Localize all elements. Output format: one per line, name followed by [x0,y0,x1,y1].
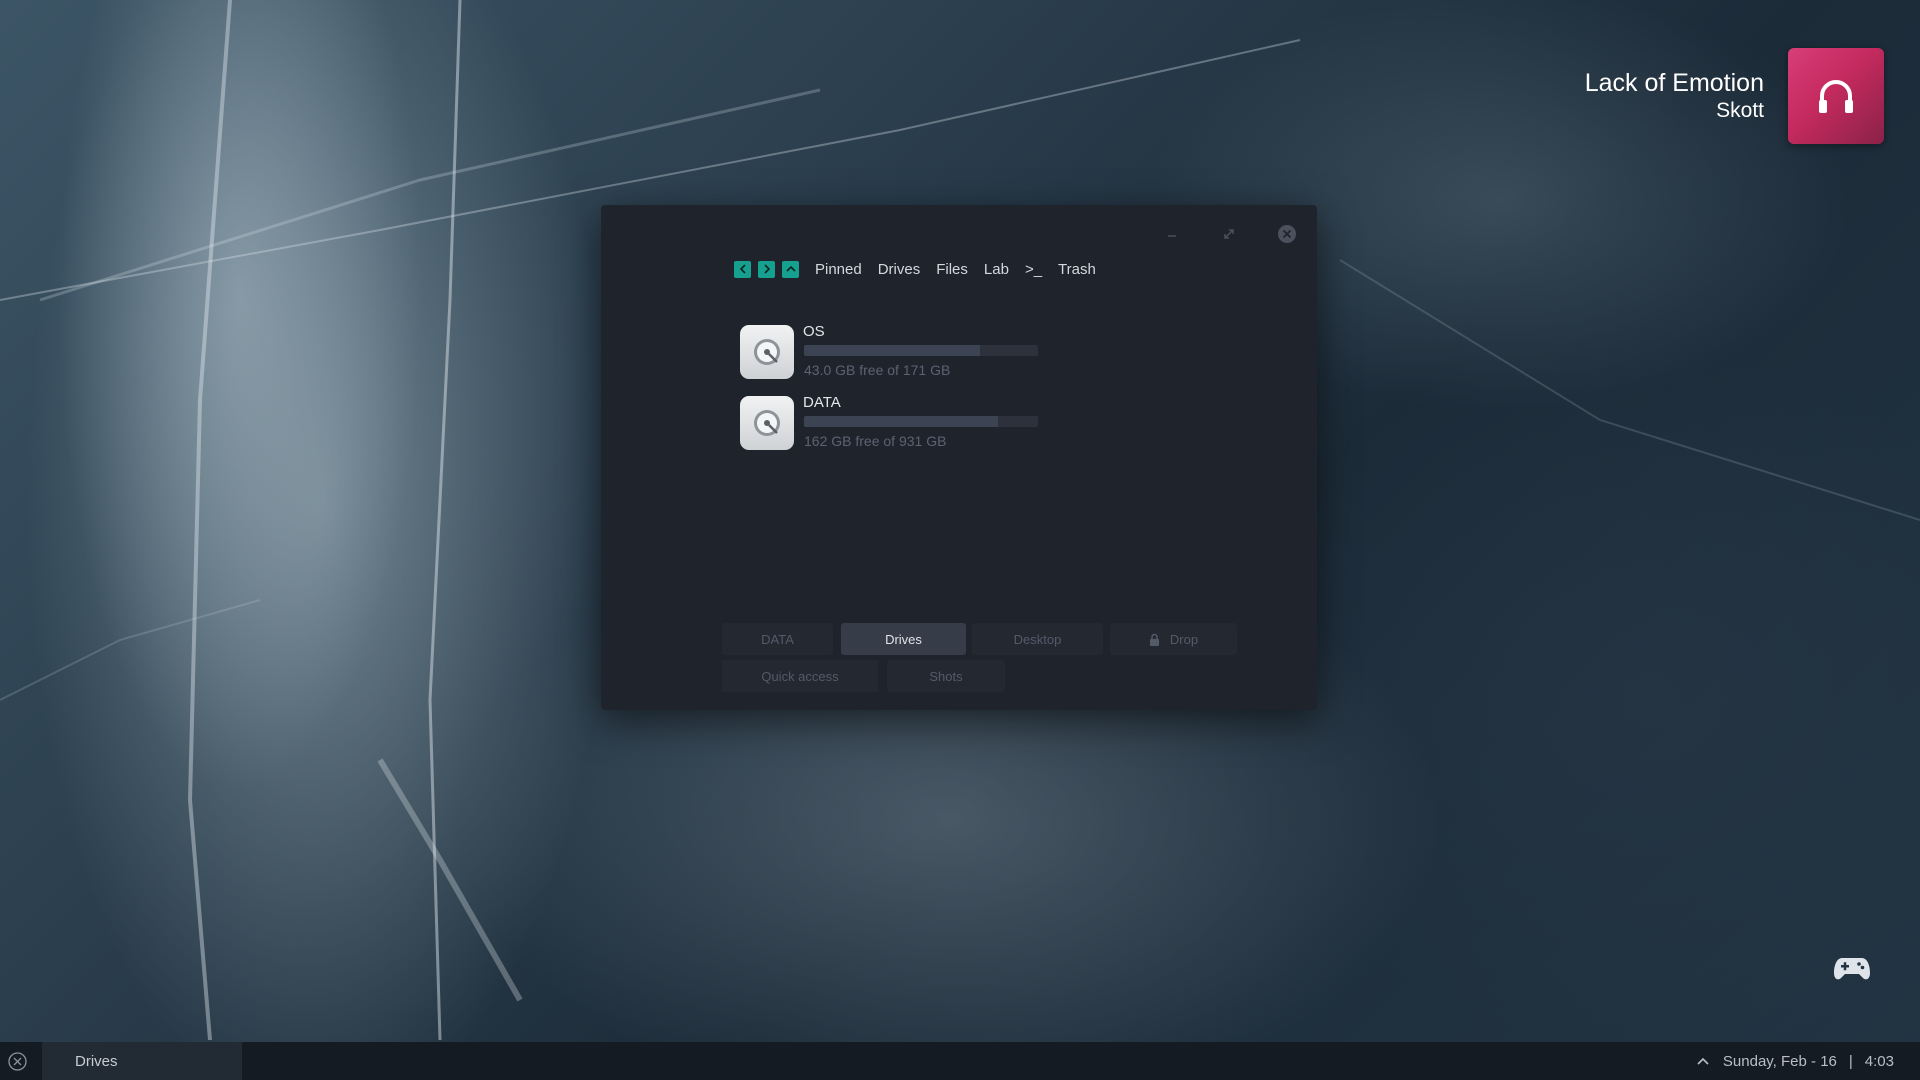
drive-usage-fill [804,416,999,427]
tab-quick-access[interactable]: Quick access [722,660,878,692]
drive-name: DATA [803,394,841,411]
track-artist: Skott [1716,99,1764,122]
tab-drives[interactable]: Drives [841,623,966,655]
crumb-lab[interactable]: Lab [984,261,1009,278]
close-circle-icon[interactable] [8,1052,27,1071]
drive-name: OS [803,323,825,340]
back-button[interactable] [734,260,751,278]
file-manager-window: Pinned Drives Files Lab >_ Trash OS 43.0… [601,205,1317,710]
tab-drop[interactable]: Drop [1110,623,1237,655]
taskbar-item-drives[interactable]: Drives [42,1042,242,1080]
tab-shots[interactable]: Shots [887,660,1005,692]
track-title: Lack of Emotion [1584,69,1764,97]
taskbar: Drives Sunday, Feb - 16 | 4:03 [0,1042,1920,1080]
now-playing-text: Lack of Emotion Skott [1585,48,1764,124]
album-art[interactable] [1788,48,1884,144]
system-tray: Sunday, Feb - 16 | 4:03 [1697,1042,1894,1080]
chevron-up-icon [1697,1057,1709,1065]
hard-drive-icon [740,396,794,450]
chevron-left-icon [739,264,746,274]
crumb-pinned[interactable]: Pinned [815,261,862,278]
chevron-up-icon [785,265,796,272]
now-playing-widget[interactable]: Lack of Emotion Skott [1585,48,1884,144]
maximize-icon [1224,229,1234,239]
time-label[interactable]: 4:03 [1865,1053,1894,1070]
drive-free-space: 162 GB free of 931 GB [804,433,947,449]
drive-usage-fill [804,345,980,356]
tab-drop-label: Drop [1169,631,1199,647]
crumb-terminal[interactable]: >_ [1025,261,1042,278]
crumb-files[interactable]: Files [936,261,968,278]
minimize-icon [1168,235,1176,237]
drive-item-data[interactable]: DATA 162 GB free of 931 GB [740,394,1060,450]
maximize-button[interactable] [1218,223,1240,245]
close-icon [1278,225,1296,243]
crumb-drives[interactable]: Drives [878,261,921,278]
date-time-separator: | [1848,1052,1853,1070]
drive-usage-bar [804,416,1038,427]
forward-button[interactable] [758,260,775,278]
minimize-button[interactable] [1161,223,1183,245]
close-button[interactable] [1276,223,1298,245]
lock-icon [1149,633,1159,646]
date-label[interactable]: Sunday, Feb - 16 [1723,1053,1837,1070]
up-button[interactable] [782,260,799,278]
crumb-trash[interactable]: Trash [1058,261,1096,278]
tray-expand-button[interactable] [1697,1057,1709,1065]
headphones-icon [1819,80,1853,113]
tab-desktop[interactable]: Desktop [972,623,1103,655]
chevron-right-icon [763,264,770,274]
breadcrumb-nav: Pinned Drives Files Lab >_ Trash [734,259,1103,279]
hard-drive-icon [740,325,794,379]
gamepad-icon[interactable] [1833,955,1871,983]
drive-free-space: 43.0 GB free of 171 GB [804,362,951,378]
tab-data[interactable]: DATA [722,623,833,655]
drive-item-os[interactable]: OS 43.0 GB free of 171 GB [740,323,1060,379]
drive-usage-bar [804,345,1038,356]
